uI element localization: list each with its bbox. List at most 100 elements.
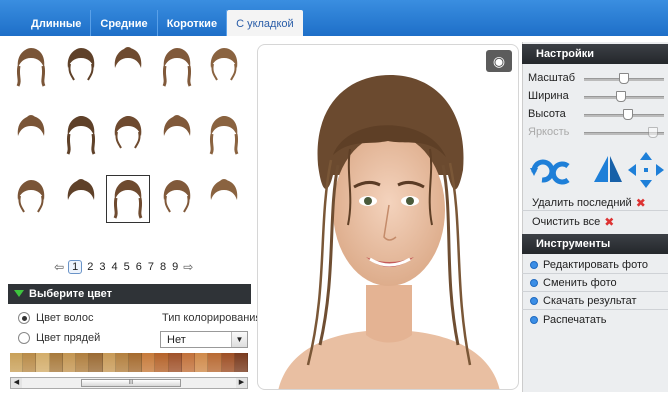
color-swatch[interactable] — [142, 353, 156, 372]
page-8[interactable]: 8 — [159, 261, 167, 273]
slider-knob-brightness — [648, 127, 659, 138]
color-swatch[interactable] — [62, 353, 77, 372]
photo-preview — [257, 44, 519, 390]
tab-short[interactable]: Короткие — [158, 10, 228, 36]
color-swatch[interactable] — [10, 353, 24, 372]
hairstyle-thumbnail[interactable] — [109, 114, 147, 156]
page-2[interactable]: 2 — [86, 261, 94, 273]
eye-icon[interactable]: ◉ — [486, 50, 512, 72]
color-swatch[interactable] — [234, 353, 248, 372]
chevron-down-icon[interactable]: ▼ — [231, 332, 247, 347]
color-swatch[interactable] — [155, 353, 169, 372]
delete-last-label: Удалить последний — [532, 197, 632, 209]
bullet-icon — [530, 279, 538, 287]
tab-styled[interactable]: С укладкой — [227, 10, 303, 36]
hairstyle-thumbnail[interactable] — [158, 46, 196, 88]
hairstyle-thumbnail[interactable] — [158, 178, 196, 220]
radio-strand-label: Цвет прядей — [36, 332, 101, 344]
tab-medium[interactable]: Средние — [91, 10, 158, 36]
close-icon: ✖ — [604, 215, 615, 229]
print-label: Распечатать — [543, 314, 607, 326]
change-photo-button[interactable]: Сменить фото — [530, 277, 617, 289]
slider-label-scale: Масштаб — [528, 72, 576, 84]
color-swatch[interactable] — [195, 353, 209, 372]
color-swatch[interactable] — [89, 353, 103, 372]
coloring-type-select[interactable]: Нет ▼ — [160, 331, 248, 348]
page-5[interactable]: 5 — [123, 261, 131, 273]
hairstyle-thumbnail[interactable] — [158, 114, 196, 156]
close-icon: ✖ — [635, 196, 646, 210]
radio-hair-color[interactable]: Цвет волос — [18, 312, 93, 324]
arrow-left-icon[interactable]: ⇦ — [54, 260, 64, 274]
color-swatch[interactable] — [115, 353, 129, 372]
color-section-header[interactable]: Выберите цвет — [8, 284, 251, 304]
expand-triangle-icon — [14, 290, 24, 297]
color-swatch[interactable] — [49, 353, 63, 372]
color-swatch[interactable] — [168, 353, 182, 372]
hairstyle-thumbnail[interactable] — [12, 46, 50, 88]
divider — [522, 273, 668, 274]
page-4[interactable]: 4 — [110, 261, 118, 273]
rotate-icon[interactable] — [530, 159, 570, 185]
scroll-thumb[interactable]: III — [81, 379, 181, 387]
scroll-left-icon[interactable]: ◀ — [11, 378, 22, 388]
slider-label-height: Высота — [528, 108, 566, 120]
hairstyle-thumbnail[interactable] — [106, 175, 150, 223]
color-swatch[interactable] — [128, 353, 143, 372]
page-9[interactable]: 9 — [171, 261, 179, 273]
clear-all-button[interactable]: Очистить все ✖ — [532, 215, 614, 229]
scroll-right-icon[interactable]: ▶ — [236, 378, 247, 388]
settings-header: Настройки — [522, 44, 668, 64]
radio-hair-label: Цвет волос — [36, 312, 94, 324]
flip-icon[interactable] — [594, 156, 622, 182]
portrait-image — [278, 75, 500, 389]
download-result-button[interactable]: Скачать результат — [530, 295, 637, 307]
color-swatch[interactable] — [102, 353, 116, 372]
arrow-right-icon[interactable]: ⇨ — [183, 260, 193, 274]
delete-last-button[interactable]: Удалить последний ✖ — [532, 196, 646, 210]
edit-photo-label: Редактировать фото — [543, 259, 648, 271]
radio-dot[interactable] — [18, 332, 30, 344]
color-swatch[interactable] — [76, 353, 90, 372]
hairstyle-thumbnail[interactable] — [62, 114, 100, 156]
clear-all-label: Очистить все — [532, 216, 601, 228]
page-7[interactable]: 7 — [147, 261, 155, 273]
coloring-type-label: Тип колорирования — [162, 312, 262, 324]
bullet-icon — [530, 297, 538, 305]
hairstyle-thumbnail[interactable] — [62, 46, 100, 88]
bullet-icon — [530, 316, 538, 324]
tab-bar: Длинные Средние Короткие С укладкой — [0, 0, 668, 36]
divider — [522, 309, 668, 310]
page-3[interactable]: 3 — [98, 261, 106, 273]
change-photo-label: Сменить фото — [543, 277, 617, 289]
color-swatch[interactable] — [181, 353, 196, 372]
page-6[interactable]: 6 — [135, 261, 143, 273]
tab-long[interactable]: Длинные — [22, 10, 92, 36]
radio-strand-color[interactable]: Цвет прядей — [18, 332, 100, 344]
color-swatch[interactable] — [208, 353, 222, 372]
edit-photo-button[interactable]: Редактировать фото — [530, 259, 648, 271]
hairstyle-thumbnail[interactable] — [205, 178, 243, 220]
color-swatch[interactable] — [221, 353, 235, 372]
hairstyle-thumbnail[interactable] — [205, 46, 243, 88]
slider-knob-width[interactable] — [615, 91, 626, 102]
hairstyle-thumbnail[interactable] — [12, 114, 50, 156]
radio-dot[interactable] — [18, 312, 30, 324]
divider — [522, 210, 668, 211]
swatch-scrollbar[interactable]: ◀ III ▶ — [10, 377, 248, 389]
coloring-type-value: Нет — [167, 334, 186, 346]
hairstyle-thumbnail[interactable] — [205, 114, 243, 156]
hairstyle-thumbnail[interactable] — [12, 178, 50, 220]
slider-knob-scale[interactable] — [619, 73, 629, 84]
color-swatch[interactable] — [23, 353, 37, 372]
color-swatch[interactable] — [36, 353, 50, 372]
page-1[interactable]: 1 — [68, 260, 83, 274]
tabs: Длинные Средние Короткие С укладкой — [22, 10, 303, 36]
move-icon[interactable] — [628, 152, 664, 188]
slider-knob-height[interactable] — [622, 109, 633, 120]
print-button[interactable]: Распечатать — [530, 314, 606, 326]
bullet-icon — [530, 261, 538, 269]
hairstyle-thumbnail[interactable] — [62, 178, 100, 220]
color-section-title: Выберите цвет — [29, 288, 113, 300]
hairstyle-thumbnail[interactable] — [109, 46, 147, 88]
